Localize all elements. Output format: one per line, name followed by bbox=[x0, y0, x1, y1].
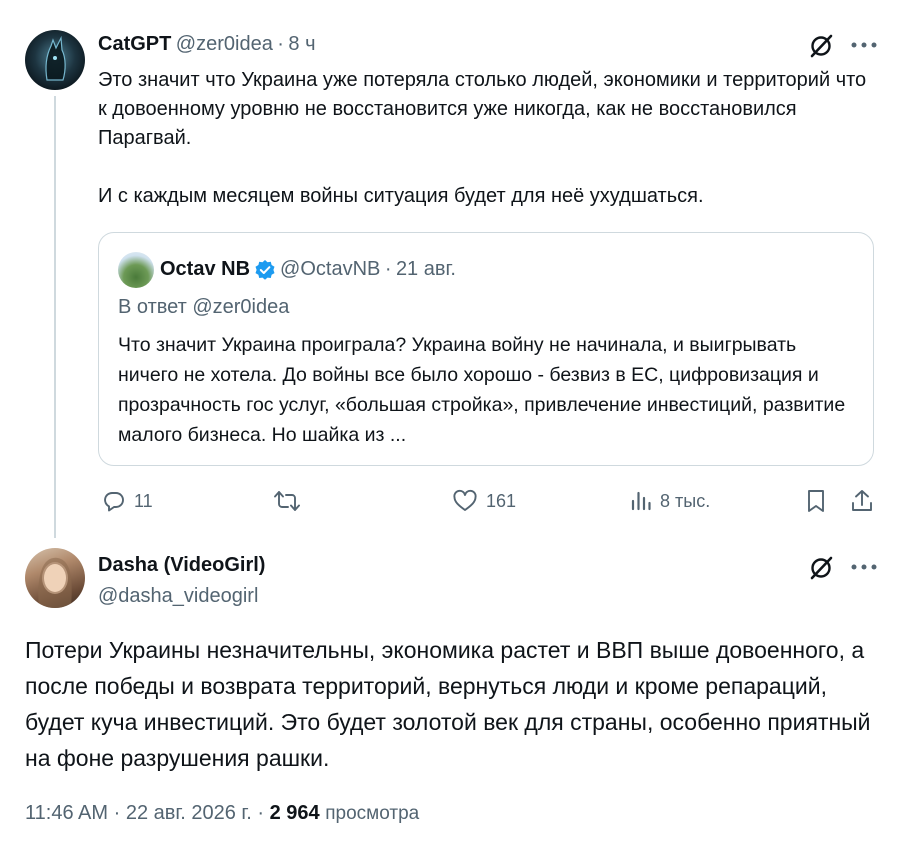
verified-icon bbox=[255, 259, 275, 280]
avatar[interactable] bbox=[25, 30, 85, 90]
author-handle[interactable]: @dasha_videogirl bbox=[98, 585, 258, 608]
author-name[interactable]: Dasha (VideoGirl) bbox=[98, 554, 265, 577]
more-icon[interactable] bbox=[850, 41, 878, 49]
views-count: 2 964 bbox=[269, 802, 320, 824]
quoted-handle[interactable]: @OctavNB bbox=[280, 258, 380, 280]
share-icon bbox=[852, 490, 872, 511]
retweet-button[interactable] bbox=[273, 486, 309, 516]
reply-to-label: В ответ @zer0idea bbox=[118, 296, 290, 318]
like-button[interactable]: 161 bbox=[452, 486, 516, 516]
tweet2-text: Потери Украины незначительны, экономика … bbox=[25, 637, 871, 771]
views-icon bbox=[631, 491, 651, 511]
grok-icon[interactable] bbox=[808, 33, 834, 59]
like-icon bbox=[453, 489, 477, 511]
post-date[interactable]: 22 авг. 2026 г. bbox=[126, 802, 252, 824]
quoted-date[interactable]: 21 авг. bbox=[396, 258, 456, 280]
separator: · bbox=[277, 33, 284, 55]
tweet1-text: Это значит что Украина уже потеряла стол… bbox=[98, 66, 868, 211]
post-time[interactable]: 11:46 AM bbox=[25, 802, 108, 824]
separator: · bbox=[113, 802, 121, 824]
author-handle[interactable]: @zer0idea bbox=[176, 33, 273, 55]
bookmark-icon bbox=[808, 490, 824, 512]
grok-icon[interactable] bbox=[808, 555, 834, 581]
post-time[interactable]: 8 ч bbox=[288, 33, 315, 55]
views-count: 8 тыс. bbox=[660, 490, 711, 511]
quoted-text: Что значит Украина проиграла? Украина во… bbox=[118, 334, 846, 446]
separator: · bbox=[384, 258, 392, 280]
author-name[interactable]: CatGPT bbox=[98, 33, 171, 55]
reply-icon bbox=[104, 492, 124, 512]
separator: · bbox=[257, 802, 265, 824]
like-count: 161 bbox=[486, 490, 517, 511]
bookmark-button[interactable] bbox=[805, 486, 827, 516]
quoted-author-name[interactable]: Octav NB bbox=[160, 258, 250, 280]
tweet1-paragraph-2: И с каждым месяцем войны ситуация будет … bbox=[98, 185, 704, 207]
quoted-avatar[interactable] bbox=[118, 252, 154, 288]
reply-button[interactable]: 11 bbox=[102, 486, 153, 516]
tweet1-header: CatGPT @zer0idea · 8 ч bbox=[98, 33, 316, 56]
views-button[interactable]: 8 тыс. bbox=[630, 486, 710, 516]
views-label: просмотра bbox=[325, 803, 420, 824]
thread-line bbox=[54, 96, 56, 538]
share-button[interactable] bbox=[850, 486, 874, 516]
quoted-header: Octav NB @OctavNB · 21 авг. bbox=[160, 258, 456, 281]
avatar[interactable] bbox=[25, 548, 85, 608]
tweet1-paragraph-1: Это значит что Украина уже потеряла стол… bbox=[98, 69, 867, 149]
retweet-icon bbox=[274, 491, 300, 511]
more-icon[interactable] bbox=[850, 563, 878, 571]
reply-count: 11 bbox=[134, 490, 153, 511]
post-meta: 11:46 AM · 22 авг. 2026 г. · 2 964 просм… bbox=[25, 802, 419, 825]
